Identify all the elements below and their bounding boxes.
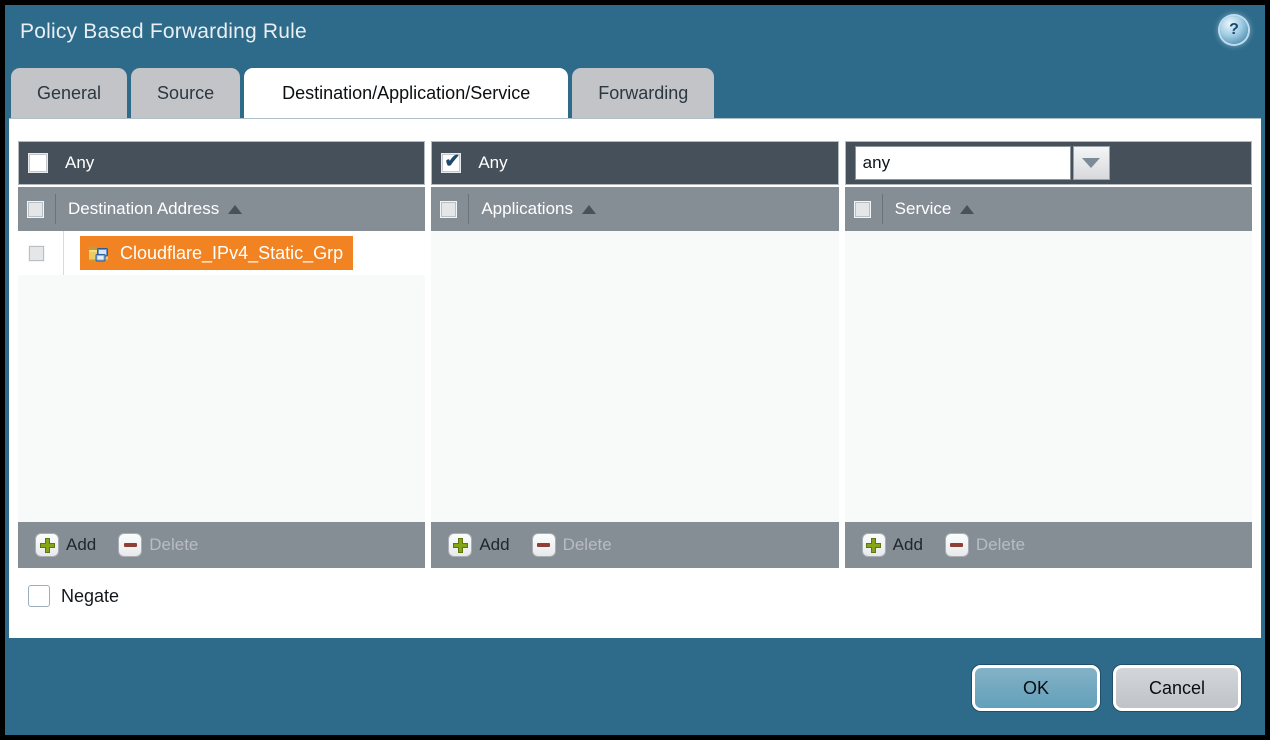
service-dropdown-value[interactable]: any bbox=[855, 146, 1071, 180]
table-row: ✔ bbox=[18, 231, 425, 275]
service-footer: Add Delete bbox=[845, 522, 1252, 568]
service-dropdown-button[interactable] bbox=[1073, 146, 1110, 180]
add-button[interactable]: Add bbox=[66, 535, 96, 555]
sort-ascending-icon[interactable] bbox=[228, 205, 242, 214]
sort-ascending-icon[interactable] bbox=[960, 205, 974, 214]
applications-any-bar: ✔ Any bbox=[431, 141, 838, 185]
service-select-all-checkbox[interactable]: ✔ bbox=[854, 201, 871, 218]
header-divider bbox=[468, 194, 469, 224]
dialog-title: Policy Based Forwarding Rule bbox=[20, 20, 307, 43]
applications-column: ✔ Any ✔ Applications Add bbox=[431, 141, 838, 568]
header-divider bbox=[55, 194, 56, 224]
add-icon[interactable] bbox=[862, 533, 886, 557]
service-column: any ✔ Service bbox=[845, 141, 1252, 568]
sort-ascending-icon[interactable] bbox=[582, 205, 596, 214]
destination-any-label: Any bbox=[65, 153, 94, 173]
applications-header-label[interactable]: Applications bbox=[481, 199, 573, 219]
tab-bar: General Source Destination/Application/S… bbox=[5, 68, 1265, 118]
row-checkbox-cell: ✔ bbox=[18, 231, 64, 275]
applications-any-checkbox[interactable]: ✔ bbox=[441, 153, 461, 173]
tab-source[interactable]: Source bbox=[131, 68, 240, 118]
delete-button[interactable]: Delete bbox=[563, 535, 612, 555]
header-divider bbox=[882, 194, 883, 224]
destination-any-bar: ✔ Any bbox=[18, 141, 425, 185]
add-icon[interactable] bbox=[35, 533, 59, 557]
delete-button[interactable]: Delete bbox=[976, 535, 1025, 555]
destination-address-item[interactable]: Cloudflare_IPv4_Static_Grp bbox=[80, 236, 353, 270]
destination-list: ✔ bbox=[18, 231, 425, 522]
applications-any-label: Any bbox=[478, 153, 507, 173]
delete-icon[interactable] bbox=[945, 533, 969, 557]
add-button[interactable]: Add bbox=[893, 535, 923, 555]
destination-address-column: ✔ Any ✔ Destination Address ✔ bbox=[18, 141, 425, 568]
negate-row: ✔ Negate bbox=[28, 585, 1261, 607]
columns-container: ✔ Any ✔ Destination Address ✔ bbox=[9, 119, 1261, 568]
destination-address-item-label: Cloudflare_IPv4_Static_Grp bbox=[120, 243, 343, 264]
delete-button[interactable]: Delete bbox=[149, 535, 198, 555]
applications-list bbox=[431, 231, 838, 522]
tab-destination-application-service[interactable]: Destination/Application/Service bbox=[244, 68, 568, 118]
service-header-label[interactable]: Service bbox=[895, 199, 952, 219]
destination-any-checkbox[interactable]: ✔ bbox=[28, 153, 48, 173]
cancel-button[interactable]: Cancel bbox=[1113, 665, 1241, 711]
destination-footer: Add Delete bbox=[18, 522, 425, 568]
delete-icon[interactable] bbox=[118, 533, 142, 557]
add-icon[interactable] bbox=[448, 533, 472, 557]
applications-column-header: ✔ Applications bbox=[431, 187, 838, 231]
service-column-header: ✔ Service bbox=[845, 187, 1252, 231]
policy-forwarding-dialog: Policy Based Forwarding Rule ? General S… bbox=[5, 5, 1265, 735]
applications-select-all-checkbox[interactable]: ✔ bbox=[440, 201, 457, 218]
row-checkbox[interactable]: ✔ bbox=[28, 245, 45, 262]
destination-header-label[interactable]: Destination Address bbox=[68, 199, 219, 219]
help-icon[interactable]: ? bbox=[1220, 16, 1248, 44]
tab-forwarding[interactable]: Forwarding bbox=[572, 68, 714, 118]
title-bar: Policy Based Forwarding Rule ? bbox=[5, 5, 1265, 46]
address-group-icon bbox=[88, 243, 112, 263]
ok-button[interactable]: OK bbox=[972, 665, 1100, 711]
service-dropdown: any bbox=[855, 146, 1110, 180]
tab-general[interactable]: General bbox=[11, 68, 127, 118]
applications-footer: Add Delete bbox=[431, 522, 838, 568]
service-any-bar: any bbox=[845, 141, 1252, 185]
service-list bbox=[845, 231, 1252, 522]
chevron-down-icon bbox=[1082, 158, 1100, 168]
destination-column-header: ✔ Destination Address bbox=[18, 187, 425, 231]
tab-content-panel: ✔ Any ✔ Destination Address ✔ bbox=[9, 118, 1261, 638]
checkmark-icon: ✔ bbox=[444, 152, 460, 171]
destination-select-all-checkbox[interactable]: ✔ bbox=[27, 201, 44, 218]
dialog-frame: Policy Based Forwarding Rule ? General S… bbox=[0, 0, 1270, 740]
add-button[interactable]: Add bbox=[479, 535, 509, 555]
negate-label: Negate bbox=[61, 586, 119, 607]
delete-icon[interactable] bbox=[532, 533, 556, 557]
dialog-action-bar: OK Cancel bbox=[5, 638, 1265, 711]
negate-checkbox[interactable]: ✔ bbox=[28, 585, 50, 607]
